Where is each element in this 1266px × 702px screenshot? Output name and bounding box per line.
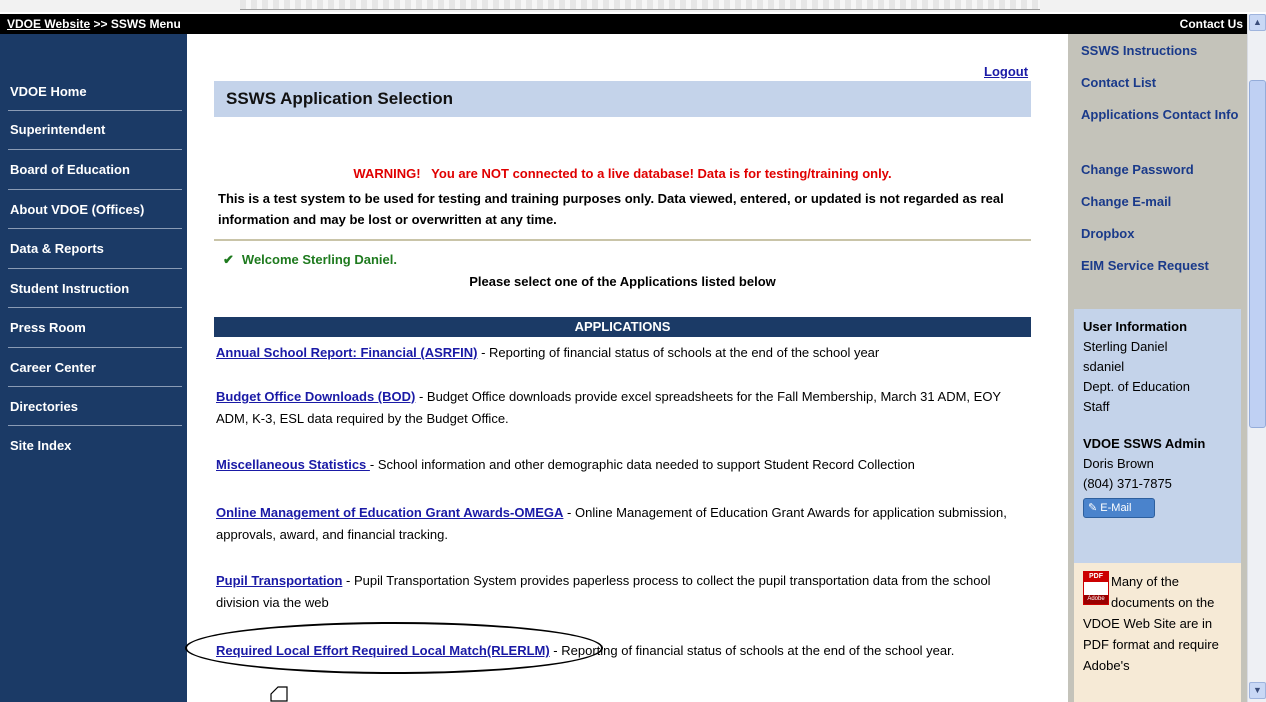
dropbox-link[interactable]: Dropbox xyxy=(1081,223,1243,245)
admin-name: Doris Brown xyxy=(1083,456,1154,471)
scroll-down-icon[interactable]: ▼ xyxy=(1249,682,1266,699)
admin-header: VDOE SSWS Admin xyxy=(1083,436,1206,451)
sidebar-divider xyxy=(8,268,182,269)
email-admin-button[interactable]: ✎ E-Mail xyxy=(1083,498,1155,518)
mouse-cursor-icon xyxy=(270,686,288,702)
highlight-ellipse xyxy=(185,622,603,674)
checkmark-icon: ✔ xyxy=(223,252,234,267)
list-item: Pupil Transportation - Pupil Transportat… xyxy=(216,570,1031,614)
select-prompt: Please select one of the Applications li… xyxy=(469,274,776,289)
scrollbar-thumb[interactable] xyxy=(1249,80,1266,428)
sidebar-divider xyxy=(8,347,182,348)
sidebar-item-superintendent[interactable]: Superintendent xyxy=(0,111,182,148)
welcome-text: Welcome Sterling Daniel. xyxy=(241,252,397,267)
user-name: Sterling Daniel xyxy=(1083,339,1168,354)
scroll-up-icon[interactable]: ▲ xyxy=(1249,14,1266,31)
adobe-icon-label: Adobe xyxy=(1084,595,1108,604)
eim-service-request-link[interactable]: EIM Service Request xyxy=(1081,255,1243,277)
cropped-page-header xyxy=(240,0,1040,10)
sidebar-divider xyxy=(8,228,182,229)
ssws-instructions-link[interactable]: SSWS Instructions xyxy=(1081,40,1243,62)
sidebar-divider xyxy=(8,307,182,308)
welcome-message: ✔ Welcome Sterling Daniel. xyxy=(223,252,397,268)
browser-top-strip xyxy=(0,0,1266,12)
sidebar-item-student-instruction[interactable]: Student Instruction xyxy=(0,270,182,307)
contact-us-link[interactable]: Contact Us xyxy=(1180,14,1243,34)
logout-link[interactable]: Logout xyxy=(984,64,1028,79)
user-role: Staff xyxy=(1083,399,1110,414)
test-system-notice: This is a test system to be used for tes… xyxy=(218,191,1004,227)
list-item: Budget Office Downloads (BOD) - Budget O… xyxy=(216,386,1031,430)
sidebar-item-press-room[interactable]: Press Room xyxy=(0,309,182,346)
app-description: - Reporting of financial status of schoo… xyxy=(549,643,955,658)
app-link-omega[interactable]: Online Management of Education Grant Awa… xyxy=(216,505,563,520)
left-sidebar: VDOE Home Superintendent Board of Educat… xyxy=(0,34,187,702)
breadcrumb-separator: >> xyxy=(90,17,111,31)
breadcrumb-vdoe-website-link[interactable]: VDOE Website xyxy=(7,17,90,31)
pdf-info-box: PDF Adobe Many of the documents on the V… xyxy=(1074,563,1241,702)
sidebar-item-site-index[interactable]: Site Index xyxy=(0,427,182,464)
sidebar-item-data-reports[interactable]: Data & Reports xyxy=(0,230,182,267)
sidebar-divider xyxy=(8,425,182,426)
user-org: Dept. of Education xyxy=(1083,379,1190,394)
main-content: Logout SSWS Application Selection WARNIN… xyxy=(187,34,1068,702)
divider xyxy=(214,239,1031,241)
user-info-header: User Information xyxy=(1083,319,1188,334)
warning-message: WARNING! You are NOT connected to a live… xyxy=(353,166,892,181)
contact-list-link[interactable]: Contact List xyxy=(1081,72,1243,94)
app-link-asrfin[interactable]: Annual School Report: Financial (ASRFIN) xyxy=(216,345,477,360)
list-item: Miscellaneous Statistics - School inform… xyxy=(216,454,1031,476)
breadcrumb: VDOE Website >> SSWS Menu xyxy=(7,14,181,34)
change-password-link[interactable]: Change Password xyxy=(1081,159,1243,181)
sidebar-divider xyxy=(8,149,182,150)
user-info-box: User Information Sterling Daniel sdaniel… xyxy=(1074,309,1241,563)
pdf-icon-label: PDF xyxy=(1084,572,1108,582)
email-button-label: E-Mail xyxy=(1100,502,1132,514)
right-sidebar: SSWS Instructions Contact List Applicati… xyxy=(1068,34,1247,702)
sidebar-divider xyxy=(8,386,182,387)
applications-contact-info-link[interactable]: Applications Contact Info xyxy=(1081,104,1243,126)
sidebar-item-directories[interactable]: Directories xyxy=(0,388,182,425)
app-link-pupil-transportation[interactable]: Pupil Transportation xyxy=(216,573,342,588)
app-description: - School information and other demograph… xyxy=(369,457,915,472)
page-title: SSWS Application Selection xyxy=(214,81,1031,117)
email-icon: ✎ xyxy=(1088,502,1101,514)
scrollbar[interactable]: ▲ ▼ xyxy=(1247,14,1266,702)
pdf-icon: PDF Adobe xyxy=(1083,571,1109,605)
sidebar-item-vdoe-home[interactable]: VDOE Home xyxy=(0,73,182,110)
app-link-bod[interactable]: Budget Office Downloads (BOD) xyxy=(216,389,415,404)
sidebar-item-about-vdoe[interactable]: About VDOE (Offices) xyxy=(0,191,182,228)
app-link-misc-statistics[interactable]: Miscellaneous Statistics xyxy=(216,457,370,472)
sidebar-item-board-of-education[interactable]: Board of Education xyxy=(0,151,182,188)
sidebar-item-career-center[interactable]: Career Center xyxy=(0,349,182,386)
sidebar-divider xyxy=(8,189,182,190)
user-username: sdaniel xyxy=(1083,359,1125,374)
applications-header: APPLICATIONS xyxy=(214,317,1031,337)
top-navbar: VDOE Website >> SSWS Menu Contact Us xyxy=(0,14,1247,34)
admin-phone: (804) 371-7875 xyxy=(1083,476,1172,491)
breadcrumb-current: SSWS Menu xyxy=(110,17,181,31)
list-item: Online Management of Education Grant Awa… xyxy=(216,502,1031,546)
app-description: - Reporting of financial status of schoo… xyxy=(477,345,880,360)
change-email-link[interactable]: Change E-mail xyxy=(1081,191,1243,213)
list-item: Annual School Report: Financial (ASRFIN)… xyxy=(216,342,1031,364)
